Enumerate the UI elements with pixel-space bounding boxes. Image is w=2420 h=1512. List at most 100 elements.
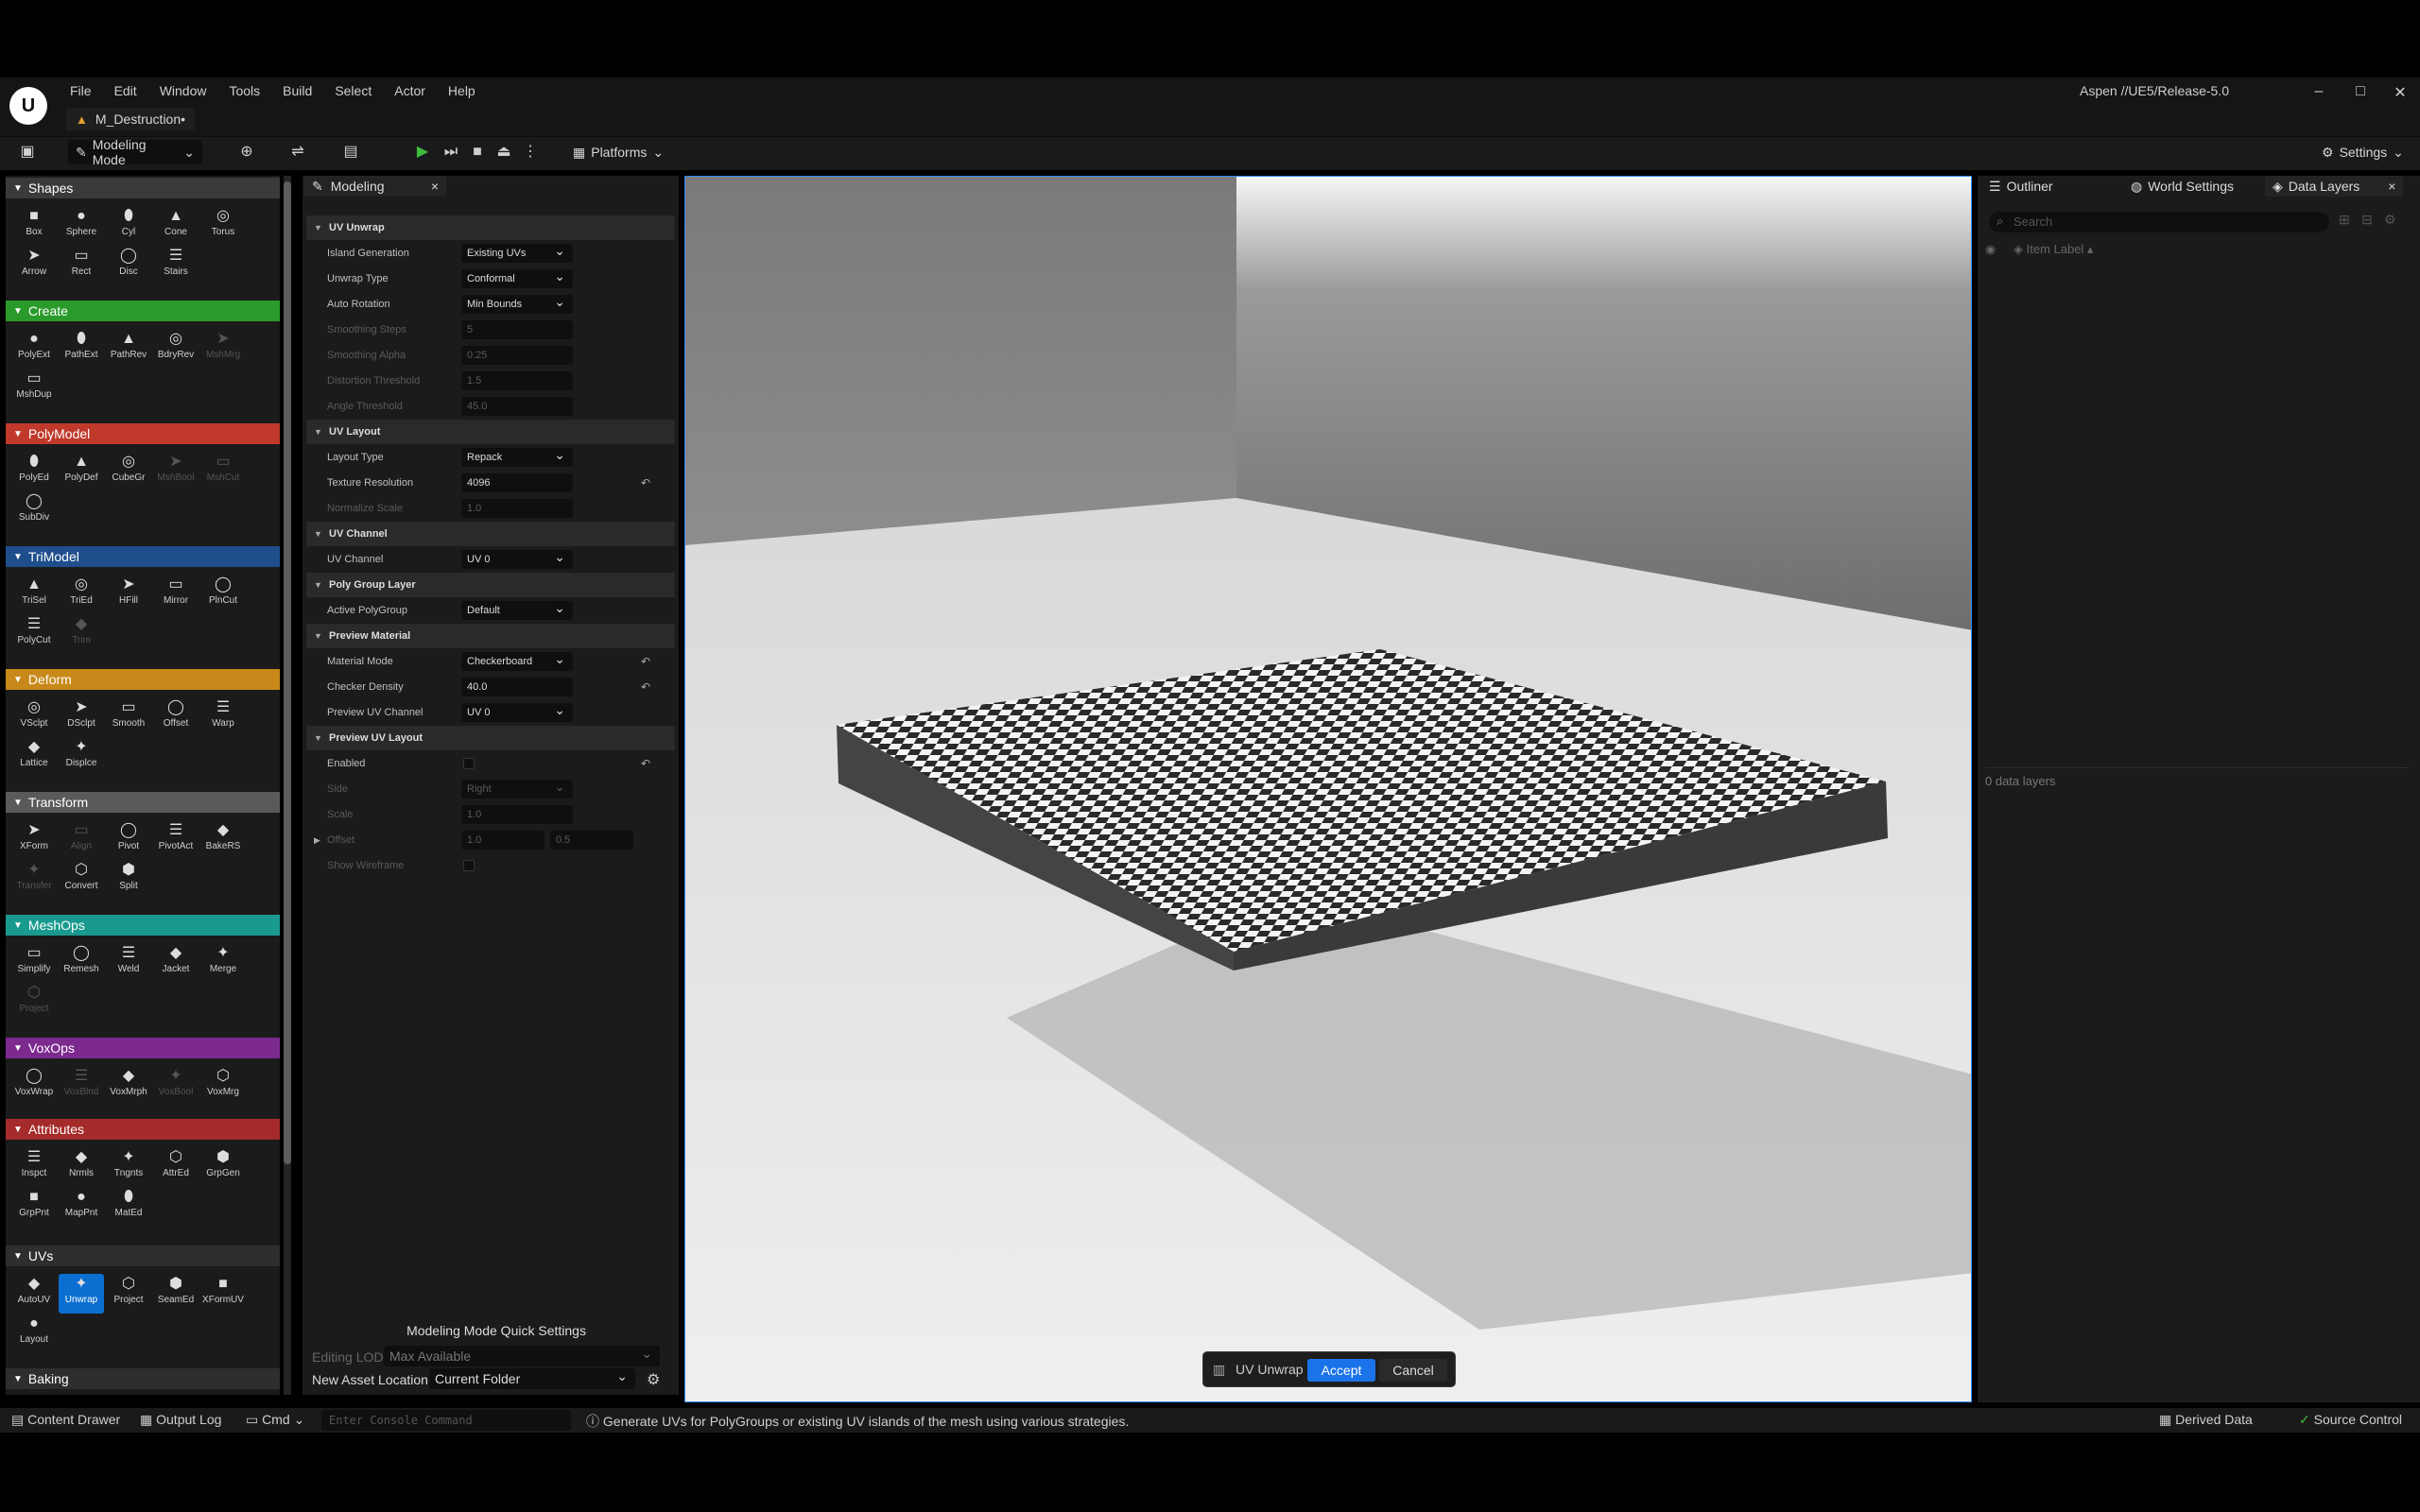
editing-lod-dropdown[interactable]: Max Available ⌄ bbox=[384, 1346, 660, 1366]
smoothing-steps-input[interactable]: 5 bbox=[461, 320, 573, 339]
normalize-scale-input[interactable]: 1.0 bbox=[461, 499, 573, 518]
stop-icon[interactable]: ■ bbox=[467, 142, 488, 163]
menu-select[interactable]: Select bbox=[323, 81, 383, 100]
tool-voxmrg[interactable]: ⬡ VoxMrg bbox=[200, 1066, 246, 1106]
new-asset-location-dropdown[interactable]: Current Folder ⌄ bbox=[429, 1368, 635, 1389]
tool-rect[interactable]: ▭ Rect bbox=[59, 246, 104, 285]
tool-pathrev[interactable]: ▲ PathRev bbox=[106, 329, 151, 369]
tool-mshdup[interactable]: ▭ MshDup bbox=[11, 369, 57, 408]
close-icon[interactable]: × bbox=[2388, 179, 2395, 194]
menu-edit[interactable]: Edit bbox=[103, 81, 148, 100]
tool-jacket[interactable]: ◆ Jacket bbox=[153, 943, 199, 983]
data-layers-search-input[interactable]: ⌕ Search bbox=[1989, 212, 2329, 232]
scrollbar-thumb[interactable] bbox=[284, 181, 291, 1164]
cinematics-icon[interactable]: ▤ bbox=[340, 142, 361, 163]
layout-type-dropdown[interactable]: Repack bbox=[461, 447, 573, 467]
tool-trisel[interactable]: ▲ TriSel bbox=[11, 575, 57, 614]
menu-build[interactable]: Build bbox=[271, 81, 323, 100]
save-icon[interactable]: ▣ bbox=[17, 142, 38, 163]
offset-y-input[interactable]: 0.5 bbox=[550, 831, 633, 850]
scale-input[interactable]: 1.0 bbox=[461, 805, 573, 824]
texture-resolution-input[interactable]: 4096 bbox=[461, 473, 573, 492]
section-uv-channel[interactable]: ▼ UV Channel bbox=[306, 522, 675, 546]
platforms-button[interactable]: ▦ Platforms ⌄ bbox=[565, 140, 671, 164]
tool-disc[interactable]: ◯ Disc bbox=[106, 246, 151, 285]
tool-unwrap[interactable]: ✦ Unwrap bbox=[59, 1274, 104, 1314]
tool-simplify[interactable]: ▭ Simplify bbox=[11, 943, 57, 983]
category-polymodel[interactable]: ▼ PolyModel bbox=[6, 423, 280, 444]
tool-displce[interactable]: ✦ Displce bbox=[59, 737, 104, 777]
tool-lattice[interactable]: ◆ Lattice bbox=[11, 737, 57, 777]
gear-icon[interactable]: ⚙ bbox=[647, 1370, 660, 1389]
section-preview-material[interactable]: ▼ Preview Material bbox=[306, 624, 675, 648]
tab-outliner[interactable]: ☰ Outliner bbox=[1981, 176, 2061, 197]
tool-layout[interactable]: ● Layout bbox=[11, 1314, 57, 1353]
category-transform[interactable]: ▼ Transform bbox=[6, 792, 280, 813]
cancel-button[interactable]: Cancel bbox=[1379, 1359, 1447, 1382]
tool-cone[interactable]: ▲ Cone bbox=[153, 206, 199, 246]
smoothing-alpha-input[interactable]: 0.25 bbox=[461, 346, 573, 365]
tool-mshcut[interactable]: ▭ MshCut bbox=[200, 452, 246, 491]
tool-grppnt[interactable]: ■ GrpPnt bbox=[11, 1187, 57, 1227]
tool-voxwrap[interactable]: ◯ VoxWrap bbox=[11, 1066, 57, 1106]
tool-inspct[interactable]: ☰ Inspct bbox=[11, 1147, 57, 1187]
enabled-checkbox[interactable] bbox=[463, 758, 475, 769]
tool-remesh[interactable]: ◯ Remesh bbox=[59, 943, 104, 983]
unwrap-type-dropdown[interactable]: Conformal bbox=[461, 268, 573, 288]
tool-arrow[interactable]: ➤ Arrow bbox=[11, 246, 57, 285]
section-poly-group-layer[interactable]: ▼ Poly Group Layer bbox=[306, 573, 675, 597]
menu-actor[interactable]: Actor bbox=[383, 81, 437, 100]
filter-icon[interactable]: ⊟ bbox=[2361, 212, 2373, 228]
output-log-button[interactable]: ▦ Output Log bbox=[140, 1412, 221, 1428]
active-polygroup-dropdown[interactable]: Default bbox=[461, 600, 573, 620]
tool-grpgen[interactable]: ⬢ GrpGen bbox=[200, 1147, 246, 1187]
tool-trim[interactable]: ◆ Trim bbox=[59, 614, 104, 654]
category-uvs[interactable]: ▼ UVs bbox=[6, 1246, 280, 1266]
tool-torus[interactable]: ◎ Torus bbox=[200, 206, 246, 246]
distortion-threshold-input[interactable]: 1.5 bbox=[461, 371, 573, 390]
reset-icon[interactable]: ↶ bbox=[641, 680, 650, 694]
console-input[interactable]: Enter Console Command bbox=[321, 1410, 571, 1431]
tool-warp[interactable]: ☰ Warp bbox=[200, 697, 246, 737]
minimize-icon[interactable]: – bbox=[2307, 83, 2331, 100]
tool-xformuv[interactable]: ■ XFormUV bbox=[200, 1274, 246, 1314]
tool-voxblnd[interactable]: ☰ VoxBlnd bbox=[59, 1066, 104, 1106]
category-baking[interactable]: ▼ Baking bbox=[6, 1368, 280, 1389]
tool-align[interactable]: ▭ Align bbox=[59, 820, 104, 860]
section-uv-layout[interactable]: ▼ UV Layout bbox=[306, 420, 675, 444]
tool-cubegr[interactable]: ◎ CubeGr bbox=[106, 452, 151, 491]
tool-xform[interactable]: ➤ XForm bbox=[11, 820, 57, 860]
tool-voxmrph[interactable]: ◆ VoxMrph bbox=[106, 1066, 151, 1106]
palette-scrollbar[interactable] bbox=[284, 176, 291, 1395]
chevron-right-icon[interactable]: ▶ bbox=[314, 835, 320, 846]
tool-box[interactable]: ■ Box bbox=[11, 206, 57, 246]
section-uv-unwrap[interactable]: ▼ UV Unwrap bbox=[306, 215, 675, 240]
tool-pathext[interactable]: ⬮ PathExt bbox=[59, 329, 104, 369]
tab-world-settings[interactable]: ◍ World Settings bbox=[2123, 176, 2241, 197]
category-voxops[interactable]: ▼ VoxOps bbox=[6, 1038, 280, 1058]
tool-subdiv[interactable]: ◯ SubDiv bbox=[11, 491, 57, 531]
tool-cyl[interactable]: ⬮ Cyl bbox=[106, 206, 151, 246]
category-create[interactable]: ▼ Create bbox=[6, 301, 280, 321]
category-shapes[interactable]: ▼ Shapes bbox=[6, 178, 280, 198]
tool-polyed[interactable]: ⬮ PolyEd bbox=[11, 452, 57, 491]
section-preview-uv-layout[interactable]: ▼ Preview UV Layout bbox=[306, 726, 675, 750]
tool-split[interactable]: ⬢ Split bbox=[106, 860, 151, 900]
step-icon[interactable]: ⏭ bbox=[441, 142, 461, 163]
menu-file[interactable]: File bbox=[59, 81, 103, 100]
tool-seamed[interactable]: ⬢ SeamEd bbox=[153, 1274, 199, 1314]
mode-select-button[interactable]: ✎ Modeling Mode ⌄ bbox=[68, 137, 202, 167]
tool-convert[interactable]: ⬡ Convert bbox=[59, 860, 104, 900]
tool-transfer[interactable]: ✦ Transfer bbox=[11, 860, 57, 900]
checker-density-input[interactable]: 40.0 bbox=[461, 678, 573, 696]
tool-smooth[interactable]: ▭ Smooth bbox=[106, 697, 151, 737]
unreal-logo-icon[interactable]: U bbox=[9, 87, 47, 125]
category-deform[interactable]: ▼ Deform bbox=[6, 669, 280, 690]
tool-project[interactable]: ⬡ Project bbox=[106, 1274, 151, 1314]
tool-pivotact[interactable]: ☰ PivotAct bbox=[153, 820, 199, 860]
maximize-icon[interactable]: □ bbox=[2348, 83, 2373, 100]
tool-polyext[interactable]: ● PolyExt bbox=[11, 329, 57, 369]
source-control-button[interactable]: ✓ Source Control bbox=[2299, 1412, 2402, 1428]
preview-uv-channel-dropdown[interactable]: UV 0 bbox=[461, 702, 573, 722]
tool-bakers[interactable]: ◆ BakeRS bbox=[200, 820, 246, 860]
